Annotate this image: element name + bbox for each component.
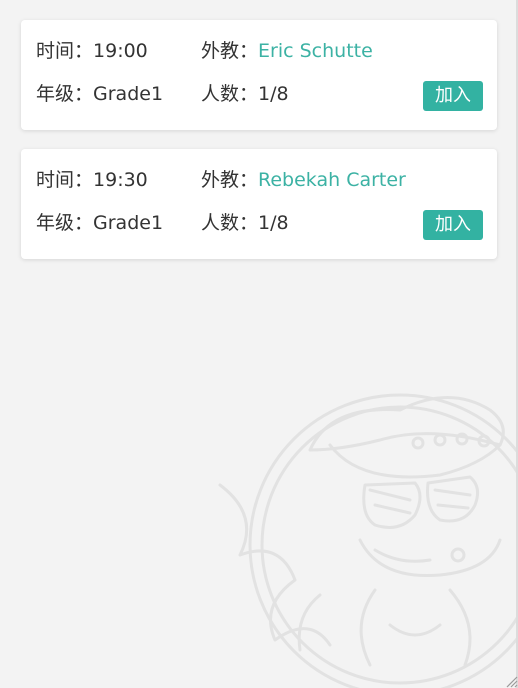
grade-field: 年级：Grade1 [36, 81, 163, 107]
class-session-card: 时间：19:00 外教：Eric Schutte 年级：Grade1 人数：1/… [21, 20, 497, 130]
teacher-field: 外教：Rebekah Carter [201, 167, 406, 193]
teacher-field: 外教：Eric Schutte [201, 38, 373, 64]
time-value: 19:30 [93, 169, 148, 191]
mascot-watermark-icon [218, 393, 518, 688]
grade-label: 年级： [36, 83, 94, 105]
resize-grip-icon[interactable] [504, 674, 518, 688]
time-field: 时间：19:30 [36, 167, 148, 193]
teacher-label: 外教： [201, 40, 259, 62]
time-field: 时间：19:00 [36, 38, 148, 64]
time-label: 时间： [36, 40, 94, 62]
count-field: 人数：1/8 [201, 81, 289, 107]
count-label: 人数： [201, 212, 259, 234]
teacher-name: Rebekah Carter [258, 169, 406, 191]
time-label: 时间： [36, 169, 94, 191]
join-button[interactable]: 加入 [423, 210, 483, 240]
class-session-card: 时间：19:30 外教：Rebekah Carter 年级：Grade1 人数：… [21, 149, 497, 259]
teacher-name: Eric Schutte [258, 40, 373, 62]
count-value: 1/8 [258, 212, 289, 234]
count-value: 1/8 [258, 83, 289, 105]
grade-value: Grade1 [93, 83, 164, 105]
count-field: 人数：1/8 [201, 210, 289, 236]
grade-value: Grade1 [93, 212, 164, 234]
grade-label: 年级： [36, 212, 94, 234]
teacher-label: 外教： [201, 169, 259, 191]
count-label: 人数： [201, 83, 259, 105]
join-button[interactable]: 加入 [423, 81, 483, 111]
time-value: 19:00 [93, 40, 148, 62]
grade-field: 年级：Grade1 [36, 210, 163, 236]
